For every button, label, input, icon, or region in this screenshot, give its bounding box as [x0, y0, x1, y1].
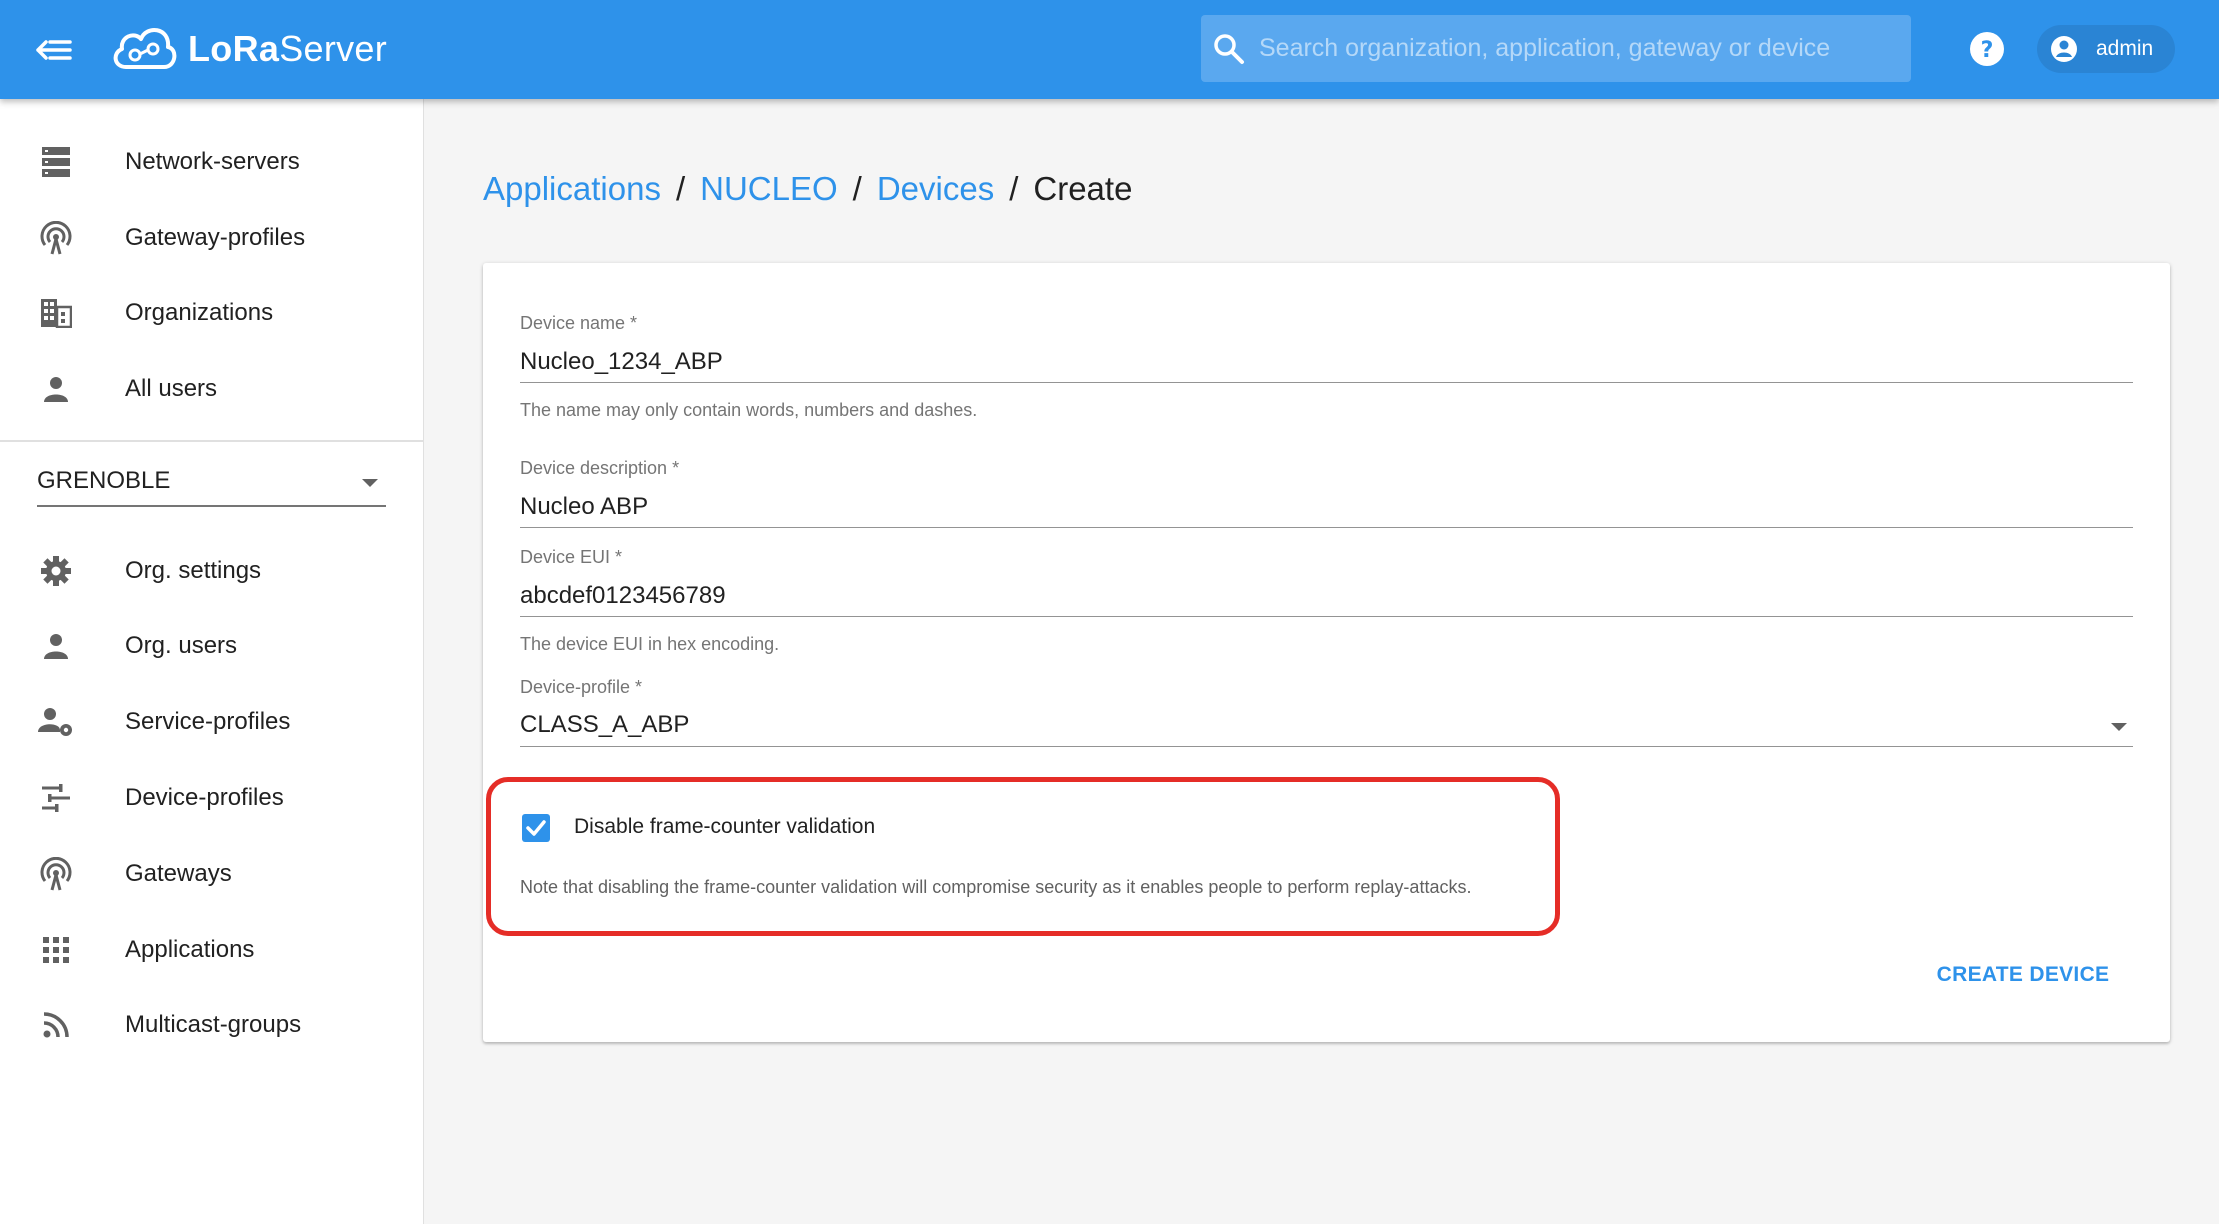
sidebar-item-device-profiles[interactable]: Device-profiles — [0, 768, 424, 828]
building-icon — [37, 294, 75, 332]
sidebar-item-service-profiles[interactable]: Service-profiles — [0, 692, 424, 752]
sidebar-item-org-settings[interactable]: Org. settings — [0, 541, 424, 601]
search-box — [1201, 15, 1911, 82]
sidebar-item-all-users[interactable]: All users — [0, 359, 424, 419]
help-button[interactable]: ? — [1968, 30, 2006, 68]
sidebar-item-label: Network-servers — [125, 148, 300, 175]
device-profile-value: CLASS_A_ABP — [520, 711, 690, 738]
sidebar-item-gateway-profiles[interactable]: Gateway-profiles — [0, 208, 424, 268]
breadcrumb-separator: / — [852, 170, 862, 207]
svg-text:?: ? — [1981, 38, 1994, 63]
device-eui-label: Device EUI * — [520, 547, 623, 567]
sidebar-item-label: Device-profiles — [125, 784, 284, 811]
create-device-button[interactable]: CREATE DEVICE — [1923, 953, 2123, 997]
person-icon — [37, 370, 75, 408]
person-icon — [37, 627, 75, 665]
device-profile-label: Device-profile * — [520, 677, 643, 697]
sidebar-divider — [0, 440, 424, 442]
apps-grid-icon — [37, 931, 75, 969]
account-settings-icon — [37, 703, 75, 741]
breadcrumb: Applications / NUCLEO / Devices / Create — [483, 170, 1132, 208]
sidebar-item-organizations[interactable]: Organizations — [0, 283, 424, 343]
sidebar-item-label: Gateways — [125, 860, 232, 887]
breadcrumb-separator: / — [675, 170, 686, 207]
user-menu-button[interactable]: admin — [2037, 25, 2175, 73]
sidebar-item-label: Applications — [125, 936, 255, 963]
breadcrumb-devices[interactable]: Devices — [877, 170, 994, 208]
sidebar-item-label: All users — [125, 375, 218, 402]
account-circle-icon — [2051, 36, 2077, 62]
chevron-down-icon — [2111, 723, 2127, 731]
search-icon — [1214, 34, 1244, 64]
breadcrumb-application-nucleo[interactable]: NUCLEO — [700, 170, 838, 208]
sidebar-item-gateways[interactable]: Gateways — [0, 844, 424, 904]
search-input[interactable] — [1259, 15, 1899, 82]
tune-icon — [37, 779, 75, 817]
sidebar-item-multicast-groups[interactable]: Multicast-groups — [0, 995, 424, 1055]
disable-fcnt-validation-checkbox[interactable] — [522, 814, 550, 842]
highlight-annotation-box — [486, 777, 1560, 936]
menu-collapse-icon — [36, 40, 72, 60]
username: admin — [2096, 37, 2154, 60]
cloud-logo-icon — [113, 28, 177, 69]
sidebar-item-label: Org. settings — [125, 557, 262, 584]
server-icon — [37, 143, 75, 181]
device-description-label: Device description * — [520, 458, 680, 478]
chevron-down-icon — [362, 479, 378, 487]
device-description-input[interactable] — [520, 486, 2133, 528]
sidebar-item-label: Service-profiles — [125, 708, 291, 735]
antenna-icon — [37, 219, 75, 257]
help-icon: ? — [1970, 32, 2004, 66]
device-profile-select[interactable]: CLASS_A_ABP — [520, 705, 2133, 747]
breadcrumb-current: Create — [1033, 170, 1133, 207]
breadcrumb-separator: / — [1009, 170, 1019, 207]
sidebar-item-label: Multicast-groups — [125, 1011, 302, 1038]
logo[interactable]: LoRaServer — [108, 18, 387, 80]
device-eui-input[interactable] — [520, 575, 2133, 617]
device-name-help: The name may only contain words, numbers… — [520, 400, 978, 420]
sidebar-item-label: Organizations — [125, 299, 274, 326]
breadcrumb-applications[interactable]: Applications — [483, 170, 661, 208]
sidebar-item-applications[interactable]: Applications — [0, 920, 424, 980]
sidebar-item-network-servers[interactable]: Network-servers — [0, 132, 424, 192]
device-name-input[interactable] — [520, 341, 2133, 383]
brand-name: LoRaServer — [188, 28, 388, 69]
checkmark-icon — [526, 820, 546, 836]
rss-icon — [37, 1006, 75, 1044]
disable-fcnt-validation-label[interactable]: Disable frame-counter validation — [574, 815, 875, 839]
organization-select-value: GRENOBLE — [37, 467, 171, 494]
app-bar: LoRaServer ? admin — [0, 0, 2219, 99]
organization-select[interactable]: GRENOBLE — [37, 459, 386, 507]
sidebar-item-label: Gateway-profiles — [125, 224, 306, 251]
antenna-icon — [37, 855, 75, 893]
collapse-menu-button[interactable] — [30, 28, 78, 72]
device-eui-help: The device EUI in hex encoding. — [520, 634, 780, 654]
sidebar-item-label: Org. users — [125, 632, 238, 659]
create-device-form-card: Device name * The name may only contain … — [483, 263, 2170, 1042]
sidebar-item-org-users[interactable]: Org. users — [0, 616, 424, 676]
gear-icon — [37, 552, 75, 590]
sidebar: Network-servers Gateway-profiles Organiz… — [0, 99, 424, 1224]
disable-fcnt-validation-help: Note that disabling the frame-counter va… — [520, 877, 1472, 897]
device-name-label: Device name * — [520, 313, 638, 333]
